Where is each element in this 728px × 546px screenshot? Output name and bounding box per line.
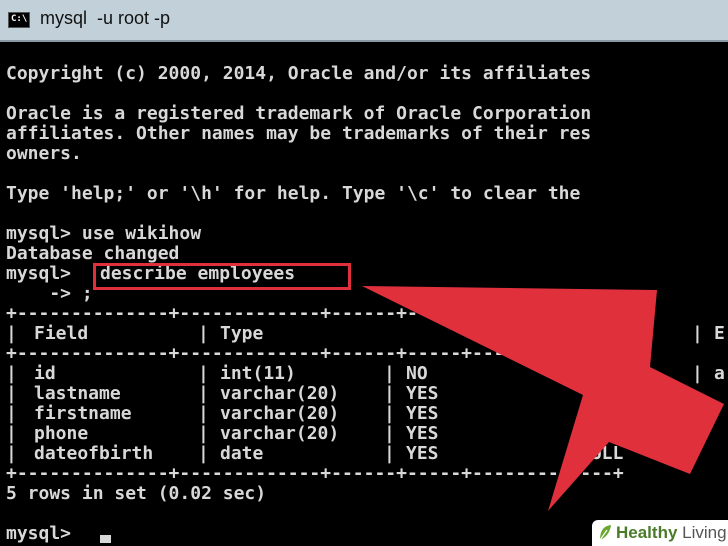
brand-badge: Healthy Living xyxy=(592,520,728,546)
table-pipe: | xyxy=(384,383,395,404)
console-line-continuation: -> ; xyxy=(6,283,93,304)
table-pipe: | xyxy=(692,323,703,344)
describe-command-highlight xyxy=(93,263,351,290)
console-line-prompt: mysql> xyxy=(6,263,72,284)
console-line-trademark-3: owners. xyxy=(6,143,82,164)
table-pipe: | xyxy=(384,423,395,444)
window-title: mysql -u root -p xyxy=(40,8,171,28)
command-prompt-icon: C:\ xyxy=(8,12,30,28)
console-line-use-command: mysql> use wikihow xyxy=(6,223,202,244)
table-header-extra: E xyxy=(714,323,725,344)
table-pipe: | xyxy=(198,403,209,424)
table-header-default: fault xyxy=(588,323,643,344)
table-pipe: | xyxy=(198,323,209,344)
table-pipe: | xyxy=(384,403,395,424)
table-cell-null: NO xyxy=(406,363,428,384)
table-cell-field: firstname xyxy=(34,403,132,424)
console-line-copyright: Copyright (c) 2000, 2014, Oracle and/or … xyxy=(6,63,592,84)
console-line-rows-in-set: 5 rows in set (0.02 sec) xyxy=(6,483,267,504)
table-border-middle: +--------------+-------------+------+---… xyxy=(6,343,624,364)
table-border-top: +--------------+-------------+------+---… xyxy=(6,303,624,324)
text-cursor xyxy=(100,535,111,543)
command-prompt-icon-label: C:\ xyxy=(11,14,28,24)
table-cell-extra: a xyxy=(714,363,725,384)
table-cell-null: YES xyxy=(406,383,439,404)
table-cell-field: lastname xyxy=(34,383,121,404)
leaf-icon xyxy=(599,525,611,541)
brand-name-bold: Healthy xyxy=(616,523,678,542)
table-cell-type: varchar(20) xyxy=(220,423,340,444)
console-line-database-changed: Database changed xyxy=(6,243,180,264)
table-cell-field: dateofbirth xyxy=(34,443,154,464)
table-cell-field: id xyxy=(34,363,56,384)
table-cell-default: NULL xyxy=(580,443,624,464)
console-line-trademark-1: Oracle is a registered trademark of Orac… xyxy=(6,103,592,124)
table-pipe: | xyxy=(6,423,17,444)
table-cell-type: varchar(20) xyxy=(220,403,340,424)
table-cell-default: NULL xyxy=(580,423,624,444)
table-cell-field: phone xyxy=(34,423,89,444)
table-cell-type: date xyxy=(220,443,264,464)
table-pipe: | xyxy=(384,363,395,384)
table-cell-null: YES xyxy=(406,443,439,464)
table-cell-type: varchar(20) xyxy=(220,383,340,404)
brand-name: Healthy Living xyxy=(616,523,727,543)
window-titlebar: C:\ mysql -u root -p xyxy=(0,0,728,42)
console-output[interactable]: Copyright (c) 2000, 2014, Oracle and/or … xyxy=(0,42,728,546)
table-header-type: Type xyxy=(220,323,264,344)
table-header-field: Field xyxy=(34,323,89,344)
table-pipe: | xyxy=(198,443,209,464)
table-pipe: | xyxy=(6,403,17,424)
table-pipe: | xyxy=(6,363,17,384)
table-pipe: | xyxy=(198,423,209,444)
table-pipe: | xyxy=(384,443,395,464)
brand-name-light: Living xyxy=(677,523,727,542)
table-pipe: | xyxy=(198,383,209,404)
table-pipe: | xyxy=(6,383,17,404)
table-pipe: | xyxy=(6,443,17,464)
table-cell-type: int(11) xyxy=(220,363,296,384)
table-cell-null: YES xyxy=(406,423,439,444)
table-cell-null: YES xyxy=(406,403,439,424)
console-line-final-prompt: mysql> xyxy=(6,523,82,544)
console-line-trademark-2: affiliates. Other names may be trademark… xyxy=(6,123,592,144)
table-border-bottom: +--------------+-------------+------+---… xyxy=(6,463,624,484)
console-line-help: Type 'help;' or '\h' for help. Type '\c'… xyxy=(6,183,592,204)
table-pipe: | xyxy=(692,363,703,384)
table-pipe: | xyxy=(198,363,209,384)
table-pipe: | xyxy=(6,323,17,344)
